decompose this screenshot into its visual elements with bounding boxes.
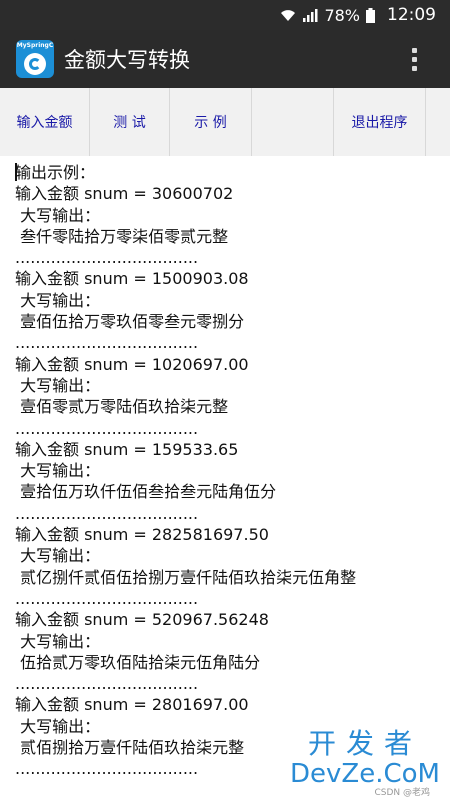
example-result: 叁仟零陆拾万零柒佰零贰元整 xyxy=(15,226,229,246)
test-button[interactable]: 测 试 xyxy=(90,88,170,156)
watermark-logo: 开发者 DevZe.CoM xyxy=(290,727,440,789)
battery-icon xyxy=(366,7,375,23)
app-title: 金额大写转换 xyxy=(64,48,190,72)
empty-button[interactable] xyxy=(252,88,334,156)
app-icon-label: MySpringC xyxy=(16,42,54,49)
signal-icon xyxy=(303,9,318,22)
output-text-area[interactable]: 输出示例： 输入金额 snum = 30600702 大写输出： 叁仟零陆拾万零… xyxy=(15,162,445,780)
separator: .................................... xyxy=(15,248,199,268)
example-input: 输入金额 snum = 520967.56248 xyxy=(15,610,269,630)
example-result: 壹拾伍万玖仟伍佰叁拾叁元陆角伍分 xyxy=(15,482,277,502)
example-result: 伍拾贰万零玖佰陆拾柒元伍角陆分 xyxy=(15,652,261,672)
app-icon-mark xyxy=(24,53,46,75)
watermark-en: DevZe.CoM xyxy=(290,759,440,789)
example-upper-label: 大写输出： xyxy=(15,375,101,395)
separator: .................................... xyxy=(15,588,199,608)
example-upper-label: 大写输出： xyxy=(15,290,101,310)
exit-button[interactable]: 退出程序 xyxy=(334,88,426,156)
example-input: 输入金额 snum = 282581697.50 xyxy=(15,525,269,545)
output-header: 输出示例： xyxy=(15,163,96,182)
example-input: 输入金额 snum = 1500903.08 xyxy=(15,269,249,289)
separator: .................................... xyxy=(15,503,199,523)
app-icon: MySpringC xyxy=(16,40,54,78)
example-result: 壹佰零贰万零陆佰玖拾柒元整 xyxy=(15,397,229,417)
separator: .................................... xyxy=(15,333,199,353)
separator: .................................... xyxy=(15,674,199,694)
wifi-icon xyxy=(281,10,296,21)
overflow-menu-icon[interactable] xyxy=(406,44,422,74)
example-upper-label: 大写输出： xyxy=(15,461,101,481)
example-upper-label: 大写输出： xyxy=(15,631,101,651)
example-input: 输入金额 snum = 1020697.00 xyxy=(15,354,249,374)
watermark-cn: 开发者 xyxy=(307,727,422,760)
watermark-credit: CSDN @老鸡 xyxy=(374,788,430,798)
example-button[interactable]: 示 例 xyxy=(170,88,252,156)
toolbar: 输入金额 测 试 示 例 退出程序 xyxy=(0,88,450,156)
toolbar-overflow-button[interactable] xyxy=(426,88,450,156)
example-input: 输入金额 snum = 2801697.00 xyxy=(15,695,249,715)
example-result: 壹佰伍拾万零玖佰零叁元零捌分 xyxy=(15,312,245,332)
example-input: 输入金额 snum = 30600702 xyxy=(15,184,234,204)
example-upper-label: 大写输出： xyxy=(15,205,101,225)
separator: .................................... xyxy=(15,418,199,438)
example-result: 贰亿捌仟贰佰伍拾捌万壹仟陆佰玖拾柒元伍角整 xyxy=(15,567,357,587)
battery-percent: 78% xyxy=(324,5,360,25)
example-input: 输入金额 snum = 159533.65 xyxy=(15,439,239,459)
status-bar: 78% 12:09 xyxy=(0,0,450,30)
example-upper-label: 大写输出： xyxy=(15,546,101,566)
input-amount-button[interactable]: 输入金额 xyxy=(0,88,90,156)
status-time: 12:09 xyxy=(387,5,436,25)
action-bar: MySpringC 金额大写转换 xyxy=(0,30,450,88)
